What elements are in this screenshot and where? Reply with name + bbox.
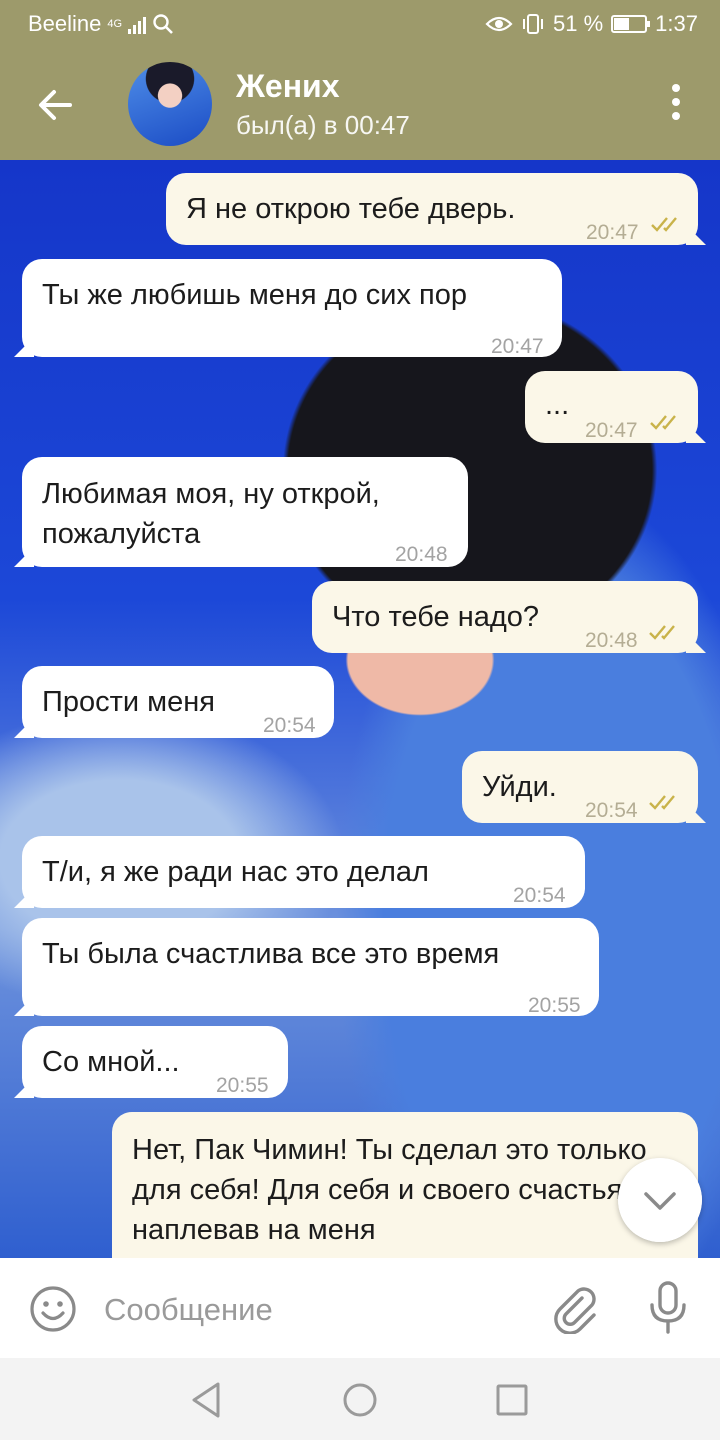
signal-icon [128,14,147,34]
message-text: Что тебе надо? [332,601,540,633]
message-bubble[interactable]: ... 20:47 [525,371,698,443]
carrier-name: Beeline [28,11,102,36]
vibrate-icon [523,14,544,34]
contact-name[interactable]: Жених [236,68,340,105]
message-text: Уйди. [482,771,557,803]
message-text: Ты же любишь меня до сих пор [42,279,468,311]
nav-home-icon[interactable] [340,1380,380,1420]
message-text: Я не открою тебе дверь. [186,193,516,225]
network-type: 4G [107,18,123,30]
message-bubble[interactable]: Любимая моя, ну открой, пожалуйста 20:48 [22,457,468,567]
message-time: 20:54 [263,714,316,737]
message-bubble[interactable]: Ты была счастлива все это время 20:55 [22,918,599,1017]
avatar[interactable] [128,62,212,146]
message-text: Со мной... [42,1046,180,1078]
message-time: 20:55 [216,1074,269,1097]
paperclip-icon[interactable] [552,1284,600,1334]
chevron-down-icon[interactable] [618,1158,702,1242]
double-check-icon [649,625,675,640]
message-text: Нет, Пак Чимин! Ты сделал это только для… [132,1134,647,1246]
message-bubble[interactable]: Т/и, я же ради нас это делал 20:54 [22,836,585,908]
message-bubble[interactable]: Прости меня 20:54 [22,666,334,738]
message-time: 20:54 [585,799,638,822]
message-text: ... [545,389,570,421]
last-seen-status: был(а) в 00:47 [236,110,410,140]
message-bubble[interactable]: Со мной... 20:55 [22,1026,288,1098]
message-composer [0,1258,720,1358]
battery-icon [611,15,651,33]
double-check-icon [651,217,677,232]
message-time: 20:48 [395,543,448,566]
smiley-icon[interactable] [28,1284,78,1334]
clock: 1:37 [655,11,698,36]
message-time: 20:55 [528,994,581,1017]
message-time: 20:47 [586,221,639,244]
nav-recents-icon[interactable] [492,1380,532,1420]
more-vertical-icon[interactable] [670,84,682,124]
message-bubble[interactable]: Я не открою тебе дверь. 20:47 [166,173,698,245]
message-text: Прости меня [42,686,215,718]
microphone-icon[interactable] [646,1280,690,1336]
chat-header: Жених был(а) в 00:47 [0,48,720,160]
message-bubble[interactable]: Ты же любишь меня до сих пор 20:47 [22,259,562,358]
double-check-icon [649,795,675,810]
system-nav-bar [0,1358,720,1440]
message-time: 20:54 [513,884,566,907]
status-bar: Beeline 4G 51 % 1:37 [0,0,720,48]
message-bubble[interactable]: Нет, Пак Чимин! Ты сделал это только для… [112,1112,698,1258]
eye-icon [485,16,513,32]
battery-percent: 51 % [553,11,604,36]
message-time: 20:47 [491,335,544,358]
chat-area[interactable]: Я не открою тебе дверь. 20:47 Ты же люби… [0,160,720,1258]
message-text: Ты была счастлива все это время [42,938,500,970]
nav-back-icon[interactable] [186,1380,226,1420]
message-text: Т/и, я же ради нас это делал [42,856,429,888]
message-time: 20:48 [585,629,638,652]
message-input[interactable] [104,1288,524,1332]
search-icon [153,14,173,34]
arrow-left-icon[interactable] [30,80,80,130]
double-check-icon [650,415,676,430]
message-bubble[interactable]: Уйди. 20:54 [462,751,698,823]
message-bubble[interactable]: Что тебе надо? 20:48 [312,581,698,653]
message-time: 20:47 [585,419,638,442]
